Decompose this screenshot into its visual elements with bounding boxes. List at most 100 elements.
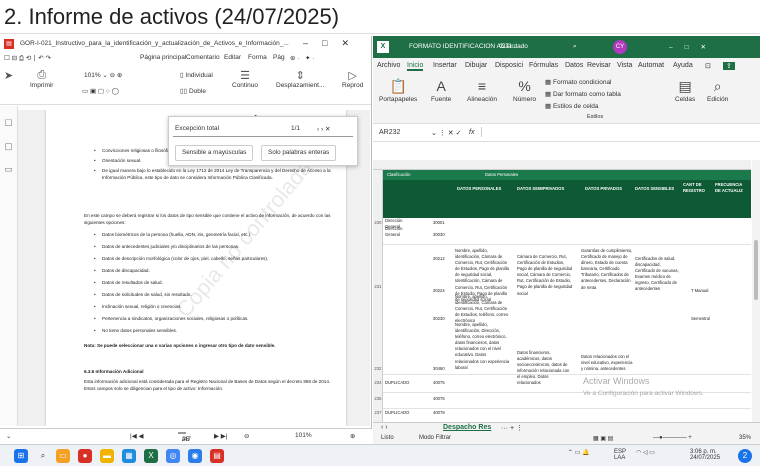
bullet-8: Pertenencia a sindicatos, organizaciones…	[94, 316, 332, 323]
page-input[interactable]: 26/47	[178, 432, 191, 443]
zoom-in-icon[interactable]: ⊕	[350, 432, 355, 440]
menu-extra1[interactable]: ⊛ ·	[290, 54, 299, 62]
notification-icon[interactable]: 2	[738, 449, 752, 463]
cells-group[interactable]: ▤ Celdas	[675, 78, 695, 103]
sheet-grid[interactable]: Datos Personales Clasificación DATOS PER…	[373, 160, 751, 422]
tab-automatizar[interactable]: Automat	[638, 62, 664, 69]
whole-words-button[interactable]: Solo palabras enteras	[261, 145, 337, 161]
double-page-button[interactable]: ▯▯ Doble	[180, 87, 206, 95]
network-sound-icon[interactable]: ◠ ◁ ▭	[636, 449, 655, 456]
menu-comment[interactable]: Comentario	[186, 54, 220, 61]
select-tool[interactable]: ➤	[4, 69, 13, 82]
first-page-icon[interactable]: |◀ ◀	[130, 432, 144, 440]
find-nav-icon[interactable]: ‹ › ✕	[317, 125, 330, 133]
tab-inicio[interactable]: Inicio	[407, 62, 424, 71]
add-sheet-icon[interactable]: ··· + ⋮	[501, 424, 523, 432]
cell-styles-label: Estilos de celda	[552, 103, 599, 110]
scroll-icon: ⇕	[295, 70, 305, 82]
zoom-out-icon[interactable]: ⊖	[244, 432, 249, 440]
chrome-icon[interactable]: ◎	[166, 449, 180, 463]
tab-vista[interactable]: Vista	[617, 62, 632, 69]
col-head-1: DATOS PERSONALES	[457, 186, 502, 191]
pdf-menu: ☐ ⊟ ⎙ ⟲ ∣ ↶ ↷ Página principal Comentari…	[0, 52, 371, 65]
store-icon[interactable]: ▦	[122, 449, 136, 463]
view-tools[interactable]: ▭ ▣ ▢ ○ ◯	[82, 87, 119, 95]
header-left: Clasificación	[387, 172, 411, 177]
pdf-taskbar-icon[interactable]: ▤	[210, 449, 224, 463]
single-page-button[interactable]: ▯ Individual	[180, 71, 213, 79]
formula-input[interactable]	[481, 127, 741, 137]
bullet-3: Datos de descripción morfológica (color …	[94, 256, 332, 263]
continuous-button[interactable]: ☰ Continuo	[232, 69, 258, 89]
clock[interactable]: 3:06 p. m. 24/07/2025	[690, 449, 720, 461]
play-icon: ▷	[348, 70, 357, 82]
zoom-slider[interactable]: —●———— +	[653, 435, 692, 441]
tab-disposicion[interactable]: Disposici	[495, 62, 523, 69]
menu-home[interactable]: Página principal	[140, 54, 186, 61]
files-icon[interactable]: ▭	[56, 449, 70, 463]
bookmark-icon[interactable]: ☐	[0, 118, 17, 129]
cond-format-button[interactable]: ▦ Formato condicional	[545, 78, 612, 86]
tab-dibujar[interactable]: Dibujar	[465, 62, 487, 69]
play-button[interactable]: ▷ Reprod	[342, 69, 363, 89]
start-icon[interactable]: ⊞	[14, 449, 28, 463]
folder-icon[interactable]: ▬	[100, 449, 114, 463]
clock-date: 24/07/2025	[690, 455, 721, 461]
tab-insertar[interactable]: Insertar	[433, 62, 457, 69]
pages-icon[interactable]: ▢	[0, 141, 17, 152]
edge-icon[interactable]: ◉	[188, 449, 202, 463]
find-input[interactable]: Excepción total 1/1 ‹ › ✕	[173, 121, 353, 137]
next-page-icon[interactable]: ▶ ▶|	[214, 432, 228, 440]
view-mode-icons[interactable]: ▦ ▣ ▤	[593, 435, 613, 442]
row-label: DUPLICADO	[385, 410, 410, 415]
tab-formulas[interactable]: Fórmulas	[529, 62, 558, 69]
font-group[interactable]: A Fuente	[431, 78, 451, 103]
alignment-group[interactable]: ≡ Alineación	[467, 78, 497, 103]
ribbon: 📋 Portapapeles A Fuente ≡ Alineación % Númer…	[373, 74, 760, 124]
comments-icon[interactable]: ⊡	[705, 62, 711, 70]
clipboard-group[interactable]: 📋 Portapapeles	[379, 78, 417, 103]
avatar[interactable]: CY	[613, 40, 627, 54]
menu-extra2[interactable]: ✦ ·	[305, 54, 314, 62]
window-controls[interactable]: –□✕	[303, 38, 363, 49]
search-icon[interactable]: ⌕	[573, 43, 577, 51]
vertical-scrollbar[interactable]	[752, 160, 760, 422]
menu-form[interactable]: Forma	[248, 54, 267, 61]
formula-controls-icon[interactable]: ⌄ ⋮ ✕ ✓	[431, 129, 461, 137]
scroll-thumb[interactable]	[754, 240, 758, 300]
sheet-nav-icon[interactable]: ‹ ›	[381, 424, 388, 431]
find-icon: ⌕	[713, 78, 722, 94]
edit-group[interactable]: ⌕ Edición	[707, 78, 728, 103]
zoom-box[interactable]: 101% ⌄ ⊖ ⊕	[84, 71, 122, 79]
excel-window-controls[interactable]: –□✕	[669, 43, 718, 51]
share-icon[interactable]: ⇪	[723, 62, 735, 70]
sheet-tab-despacho[interactable]: Despacho Res	[443, 424, 491, 431]
cell-styles-button[interactable]: ▦ Estilos de celda	[545, 102, 599, 110]
tab-ayuda[interactable]: Ayuda	[673, 62, 693, 69]
scroll-mode-button[interactable]: ⇕ Desplazamient...	[276, 69, 324, 89]
row-number: 234	[374, 380, 382, 385]
tab-datos[interactable]: Datos	[565, 62, 583, 69]
row-code: 30460	[433, 366, 445, 371]
tray-icons[interactable]: ⌃ ▭ 🔔	[568, 449, 590, 456]
table-format-button[interactable]: ▦ Dar formato como tabla	[545, 90, 621, 98]
continuous-icon: ☰	[240, 70, 250, 82]
case-sensitive-button[interactable]: Sensible a mayúsculas	[175, 145, 254, 161]
print-button[interactable]: ⎙ Imprimir	[30, 69, 53, 89]
tab-archivo[interactable]: Archivo	[377, 62, 400, 69]
search-taskbar-icon[interactable]: ⌕	[36, 449, 50, 463]
app-red-icon[interactable]: ●	[78, 449, 92, 463]
activate-windows-title: Activar Windows	[583, 376, 650, 386]
quick-tools-icon[interactable]: ☐ ⊟ ⎙ ⟲ ∣ ↶ ↷	[4, 54, 51, 63]
collapse-icon[interactable]: ⌄	[6, 432, 11, 440]
menu-page[interactable]: Pág	[273, 54, 285, 61]
tab-revisar[interactable]: Revisar	[587, 62, 611, 69]
excel-taskbar-icon[interactable]: X	[144, 449, 158, 463]
name-box[interactable]: AR232	[379, 129, 400, 136]
pdf-window: ▤ GOR-I-021_Instructivo_para_la_identifi…	[0, 36, 372, 444]
page-total: /47	[182, 436, 192, 443]
comment-icon[interactable]: ▭	[0, 164, 17, 175]
tray-lang[interactable]: ESP LAA	[614, 449, 626, 461]
number-group[interactable]: % Número	[513, 78, 536, 103]
menu-edit[interactable]: Editar	[224, 54, 241, 61]
